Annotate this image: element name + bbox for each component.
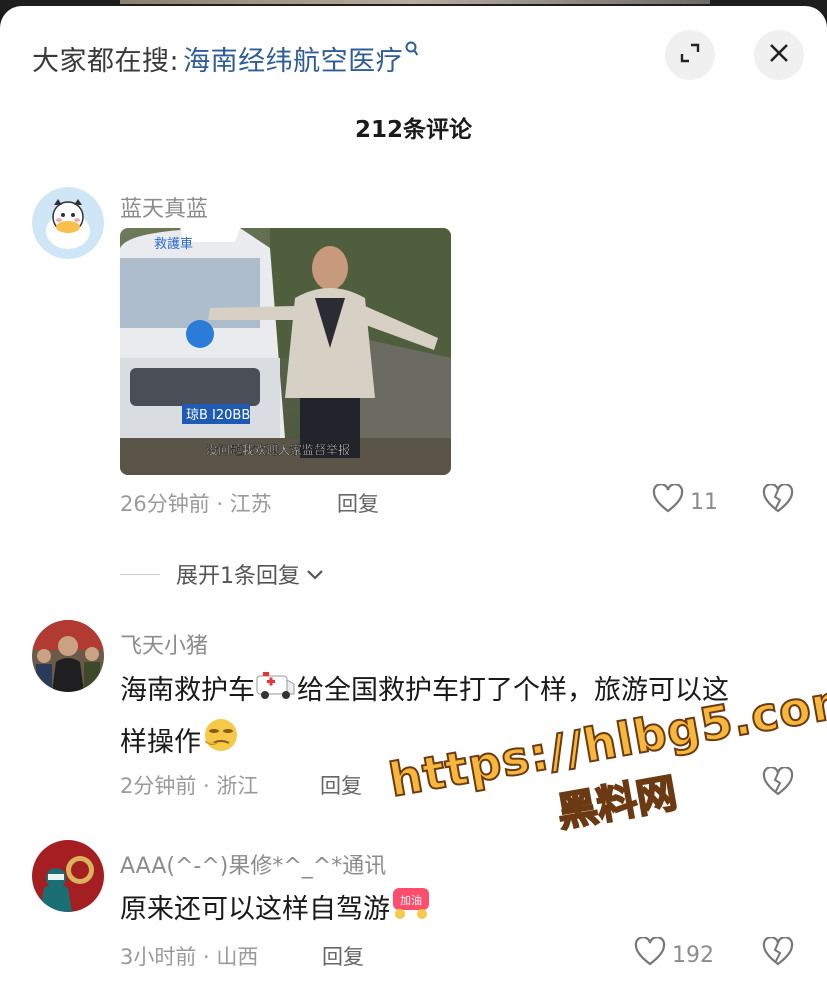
comment-time-location: 3小时前 · 山西 [120,945,259,969]
expand-replies-label: 展开1条回复 [176,564,300,589]
reply-button[interactable]: 回复 [337,488,379,518]
cheer-sticker-icon: 加油 [390,884,432,937]
search-suggestion[interactable]: 大家都在搜: 海南经纬航空医疗 [32,36,419,80]
close-button[interactable] [754,30,804,80]
search-icon [405,41,419,62]
comment-username[interactable]: AAA(^-^)果修*^_^*通讯 [120,848,386,880]
divider-line [120,573,160,575]
comment-meta: 2分钟前 · 浙江 [120,770,258,800]
close-icon [768,42,790,68]
avatar[interactable] [32,187,104,259]
ambulance-emoji-icon [255,667,297,717]
comment-text-part: 样操作 [120,726,201,758]
broken-heart-icon [762,936,794,971]
like-button[interactable]: 11 [652,483,718,520]
expand-replies-button[interactable]: 展开1条回复 [120,558,324,590]
comment-time-location: 26分钟前 · 江苏 [120,492,272,516]
heart-icon [634,936,666,973]
comment-text-part: 原来还可以这样自驾游 [120,894,390,925]
expand-button[interactable] [665,30,715,80]
search-prefix: 大家都在搜: [32,45,180,77]
heart-icon [652,483,684,520]
expand-icon [679,42,701,68]
sticker-label: 加油 [400,893,422,907]
like-button[interactable]: 192 [634,936,714,973]
broken-heart-icon [762,483,794,518]
comment-text: 原来还可以这样自驾游 加油 [120,884,432,937]
comment-meta: 3小时前 · 山西 [120,941,258,971]
like-count: 192 [672,942,714,968]
comment-meta: 26分钟前 · 江苏 [120,488,272,518]
search-query-link[interactable]: 海南经纬航空医疗 [183,39,403,78]
comment-text-part: 海南救护车 [120,675,255,706]
comments-sheet: 大家都在搜: 海南经纬航空医疗 212条评论 蓝天真蓝 救護車 琼B I20BB… [0,6,827,1004]
reply-button[interactable]: 回复 [320,770,362,800]
like-count: 11 [690,489,718,515]
chevron-down-icon [306,562,324,587]
dislike-button[interactable] [762,483,794,518]
plate-number: 琼B I20BB [186,408,250,423]
comment-count-title: 212条评论 [354,117,472,143]
reply-button[interactable]: 回复 [322,941,364,971]
comment-username[interactable]: 蓝天真蓝 [120,191,208,223]
photo-caption: 没问题我欢迎大家监督举报 [206,442,350,457]
comment-username[interactable]: 飞天小猪 [120,628,208,660]
avatar[interactable] [32,840,104,912]
van-label: 救護車 [154,236,193,252]
avatar[interactable] [32,620,104,692]
thinking-emoji-icon [201,717,241,770]
comment-photo[interactable]: 救護車 琼B I20BB 没问题我欢迎大家监督举报 [120,228,451,475]
comment-time-location: 2分钟前 · 浙江 [120,774,259,798]
dislike-button[interactable] [762,936,794,971]
comment-text-part: 给全国救护车打了个样，旅游可以这 [297,675,729,706]
